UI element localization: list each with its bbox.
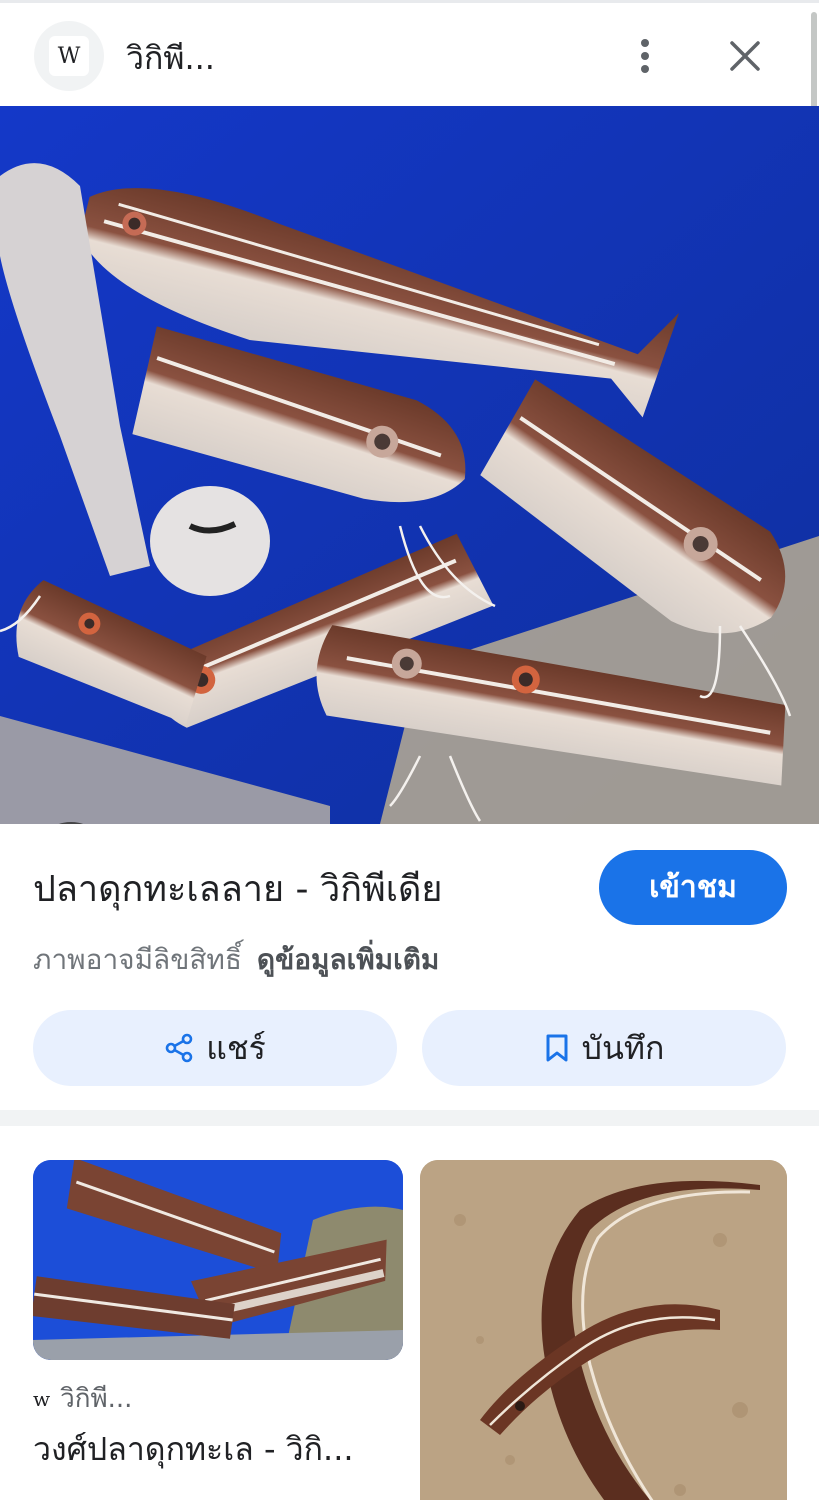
catfish-photo: [0, 106, 819, 824]
viewer-header: W วิกิพี...: [0, 0, 819, 106]
site-favicon[interactable]: W: [34, 21, 104, 91]
more-vert-icon: [641, 39, 649, 73]
wikipedia-logo-icon: W: [49, 36, 89, 76]
more-info-link[interactable]: ดูข้อมูลเพิ่มเติม: [257, 943, 439, 976]
related-fish-photo-1: [33, 1160, 403, 1360]
copyright-text: ภาพอาจมีลิขสิทธิ์: [33, 943, 242, 976]
result-title[interactable]: ปลาดุกทะเลลาย - วิกิพีเดีย: [33, 860, 443, 917]
related-title-1[interactable]: วงศ์ปลาดุกทะเล - วิกิ...: [33, 1424, 403, 1475]
related-image-1[interactable]: [33, 1160, 403, 1360]
related-fish-photo-2: [420, 1160, 787, 1500]
close-icon: [730, 41, 760, 71]
related-image-2[interactable]: [420, 1160, 787, 1500]
share-button[interactable]: แชร์: [33, 1010, 397, 1086]
copyright-notice: ภาพอาจมีลิขสิทธิ์ ดูข้อมูลเพิ่มเติม: [33, 938, 439, 982]
wikipedia-logo-icon: w: [33, 1386, 51, 1411]
more-options-button[interactable]: [622, 31, 668, 81]
bookmark-icon: [544, 1033, 570, 1063]
save-label: บันทึก: [581, 1028, 665, 1067]
share-label: แชร์: [206, 1028, 266, 1067]
main-image[interactable]: [0, 106, 819, 824]
section-divider: [0, 1110, 819, 1126]
visit-button[interactable]: เข้าชม: [599, 850, 787, 925]
save-button[interactable]: บันทึก: [422, 1010, 786, 1086]
site-name[interactable]: วิกิพี...: [126, 33, 215, 84]
share-icon: [164, 1033, 194, 1063]
close-button[interactable]: [720, 31, 770, 81]
related-source-name: วิกิพี...: [60, 1384, 133, 1414]
related-source-1[interactable]: w วิกิพี...: [33, 1378, 132, 1419]
